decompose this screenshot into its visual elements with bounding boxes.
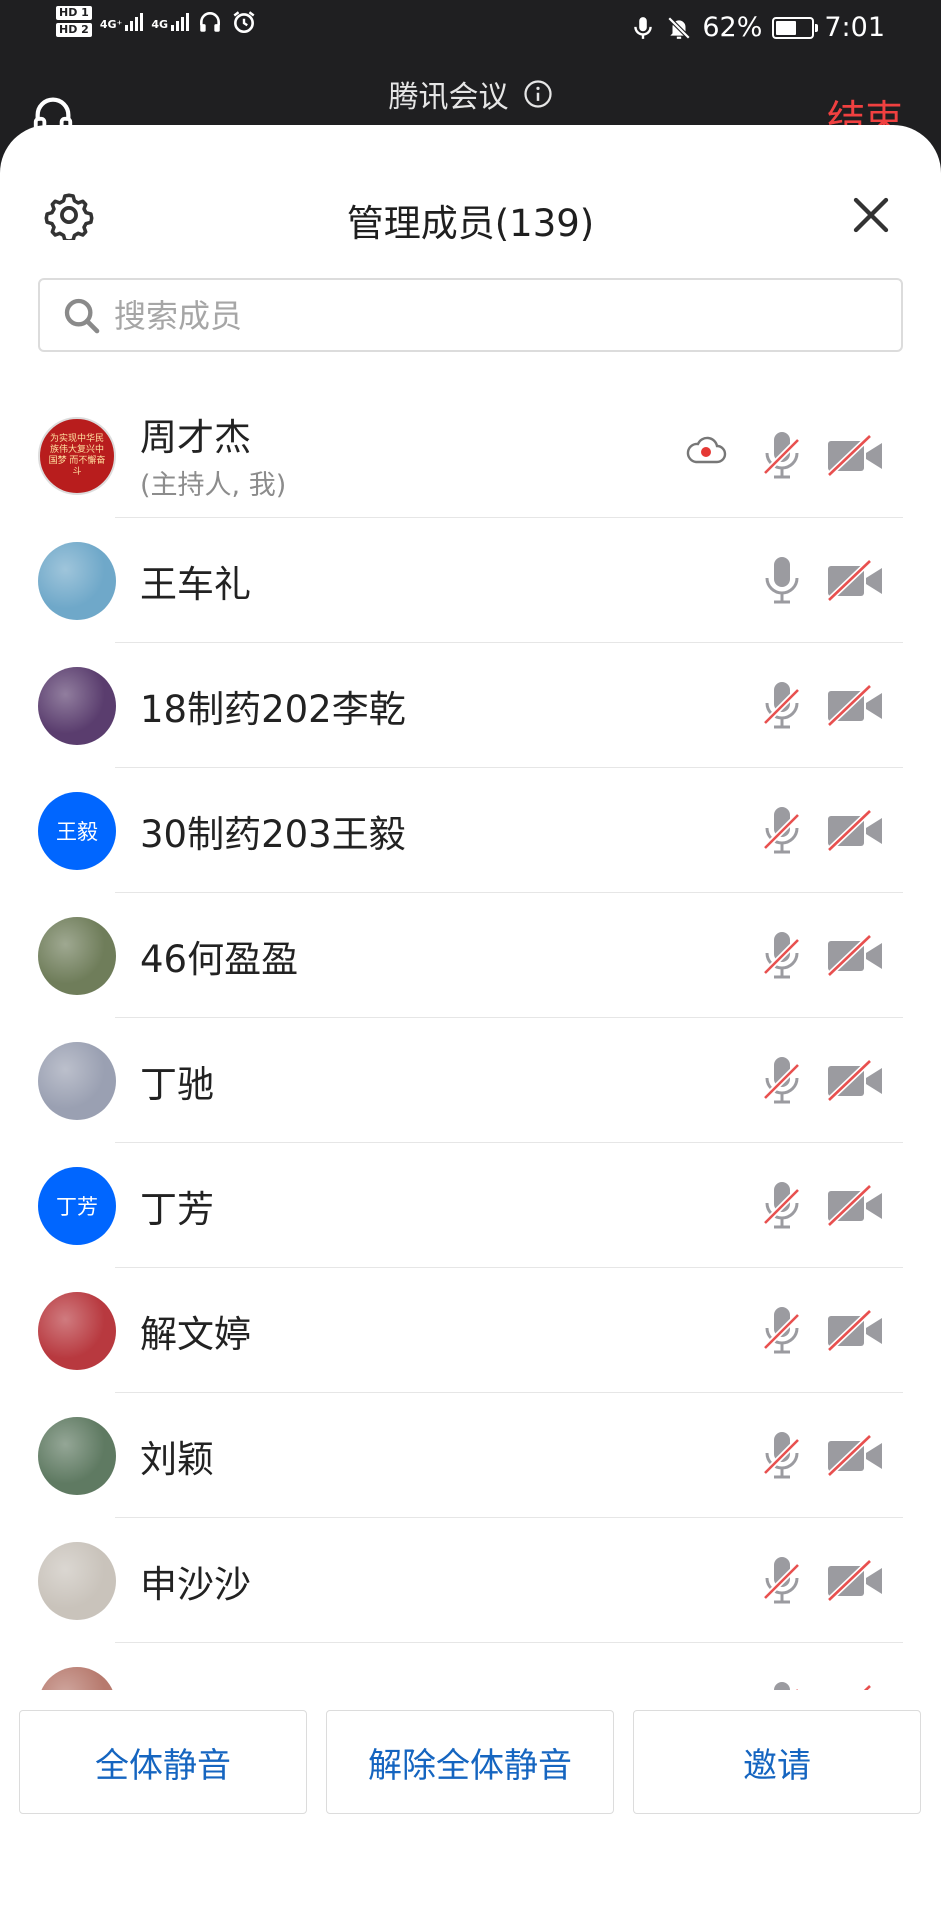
member-list[interactable]: 为实现中华民族伟大复兴中国梦 而不懈奋斗 周才杰 (主持人, 我) 王车礼 18制药 xyxy=(0,393,941,1693)
clock: 7:01 xyxy=(824,12,885,43)
signal-sim2: 4G xyxy=(151,12,190,31)
mic-muted-icon[interactable] xyxy=(762,429,802,481)
battery-icon xyxy=(772,16,819,39)
member-avatar xyxy=(38,1542,116,1620)
camera-off-icon[interactable] xyxy=(826,1308,884,1353)
camera-off-icon[interactable] xyxy=(826,1558,884,1603)
battery-fill xyxy=(776,20,797,35)
mic-muted-icon[interactable] xyxy=(762,1179,802,1231)
network-type-1: 4G⁺ xyxy=(99,17,123,31)
mic-status-icon xyxy=(634,16,653,39)
member-avatar: 王毅 xyxy=(38,792,116,870)
meeting-app-bar: 腾讯会议 结束 xyxy=(0,58,941,141)
close-icon[interactable] xyxy=(851,195,891,235)
member-row[interactable]: 申沙沙 xyxy=(0,1518,941,1643)
member-name: 申沙沙 xyxy=(140,1563,251,1606)
camera-off-icon[interactable] xyxy=(826,1183,884,1228)
search-icon xyxy=(64,298,100,334)
member-avatar xyxy=(38,1417,116,1495)
info-icon[interactable] xyxy=(523,79,553,109)
meeting-title-group[interactable]: 腾讯会议 xyxy=(0,72,941,116)
camera-off-icon[interactable] xyxy=(826,808,884,853)
camera-off-icon[interactable] xyxy=(826,433,884,478)
status-bar: HD 1 HD 2 4G⁺ 4G 62% 7:01 xyxy=(0,0,941,58)
member-name: 46何盈盈 xyxy=(140,938,299,981)
status-left: HD 1 HD 2 4G⁺ 4G xyxy=(56,6,257,37)
search-box[interactable] xyxy=(38,278,903,352)
invite-button[interactable]: 邀请 xyxy=(633,1710,921,1814)
member-name: 周才杰 xyxy=(140,416,251,459)
member-row[interactable]: 为实现中华民族伟大复兴中国梦 而不懈奋斗 周才杰 (主持人, 我) xyxy=(0,393,941,518)
mic-muted-icon[interactable] xyxy=(762,929,802,981)
member-row[interactable]: 王车礼 xyxy=(0,518,941,643)
search-input[interactable] xyxy=(112,280,876,352)
hd2-badge: HD 2 xyxy=(56,23,92,37)
alarm-status-icon xyxy=(233,10,255,33)
headphones-status-icon xyxy=(200,11,220,32)
meeting-title: 腾讯会议 xyxy=(388,80,509,115)
mic-muted-icon[interactable] xyxy=(762,1554,802,1606)
mic-muted-icon[interactable] xyxy=(762,1429,802,1481)
member-avatar xyxy=(38,1292,116,1370)
member-avatar xyxy=(38,667,116,745)
camera-off-icon[interactable] xyxy=(826,933,884,978)
member-row[interactable]: 王毅 30制药203王毅 xyxy=(0,768,941,893)
member-name: 刘颖 xyxy=(140,1438,214,1481)
cloud-recording-icon[interactable] xyxy=(685,435,727,467)
mic-muted-icon[interactable] xyxy=(762,1054,802,1106)
member-row[interactable]: 王婧 xyxy=(0,1643,941,1693)
member-avatar: 为实现中华民族伟大复兴中国梦 而不懈奋斗 xyxy=(38,417,116,495)
hd-indicators: HD 1 HD 2 xyxy=(56,6,92,37)
manage-members-sheet: 管理成员(139) 为实现中华民族伟大复兴中国梦 而不懈奋斗周才杰 (主持人, 我… xyxy=(0,125,941,1920)
member-row[interactable]: 18制药202李乾 xyxy=(0,643,941,768)
member-avatar xyxy=(38,542,116,620)
member-avatar xyxy=(38,917,116,995)
bottom-action-bar: 全体静音 解除全体静音 邀请 xyxy=(0,1690,941,1920)
member-row[interactable]: 46何盈盈 xyxy=(0,893,941,1018)
camera-off-icon[interactable] xyxy=(826,1433,884,1478)
member-name: 18制药202李乾 xyxy=(140,688,406,731)
battery-percent: 62% xyxy=(702,12,763,43)
mic-icon[interactable] xyxy=(762,554,802,606)
member-name: 解文婷 xyxy=(140,1313,251,1356)
mute-all-button[interactable]: 全体静音 xyxy=(19,1710,307,1814)
unmute-all-button[interactable]: 解除全体静音 xyxy=(326,1710,614,1814)
network-type-2: 4G xyxy=(151,17,169,31)
mic-muted-icon[interactable] xyxy=(762,679,802,731)
hd1-badge: HD 1 xyxy=(56,6,92,20)
camera-off-icon[interactable] xyxy=(826,683,884,728)
member-name: 丁驰 xyxy=(140,1063,214,1106)
member-avatar: 丁芳 xyxy=(38,1167,116,1245)
member-row[interactable]: 解文婷 xyxy=(0,1268,941,1393)
member-avatar xyxy=(38,1042,116,1120)
member-name: 王车礼 xyxy=(140,563,251,606)
notifications-off-icon xyxy=(668,16,691,39)
signal-bars-2-icon xyxy=(171,12,190,31)
member-role: (主持人, 我) xyxy=(140,470,287,501)
camera-off-icon[interactable] xyxy=(826,1058,884,1103)
mic-muted-icon[interactable] xyxy=(762,1304,802,1356)
sheet-title: 管理成员(139) xyxy=(346,202,595,245)
member-row[interactable]: 刘颖 xyxy=(0,1393,941,1518)
status-right: 62% 7:01 xyxy=(630,12,885,43)
signal-sim1: 4G⁺ xyxy=(99,12,144,31)
mic-muted-icon[interactable] xyxy=(762,804,802,856)
member-row[interactable]: 丁驰 xyxy=(0,1018,941,1143)
member-name: 丁芳 xyxy=(140,1188,214,1231)
member-row[interactable]: 丁芳 丁芳 xyxy=(0,1143,941,1268)
member-name: 30制药203王毅 xyxy=(140,813,406,856)
signal-bars-1-icon xyxy=(125,12,144,31)
camera-off-icon[interactable] xyxy=(826,558,884,603)
